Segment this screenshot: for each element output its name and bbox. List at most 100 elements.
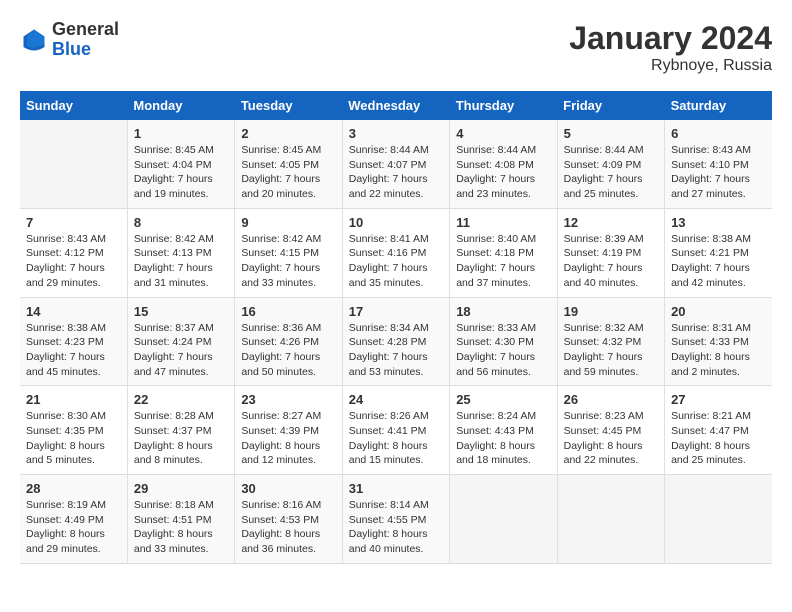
day-detail: Sunrise: 8:18 AMSunset: 4:51 PMDaylight:… (134, 498, 228, 557)
day-detail: Sunrise: 8:28 AM Sunset: 4:37 PM Daylight:… (134, 409, 228, 468)
day-detail: Sunrise: 8:23 AMSunset: 4:45 PMDaylight:… (564, 409, 658, 468)
daylight-text: Daylight: 8 hours and 22 minutes. (564, 440, 643, 467)
day-detail: Sunrise: 8:45 AMSunset: 4:04 PMDaylight:… (134, 143, 228, 202)
day-number: 19 (564, 304, 658, 319)
calendar-cell: 31Sunrise: 8:14 AMSunset: 4:55 PMDayligh… (342, 475, 449, 564)
sunset-text: Sunset: 4:10 PM (671, 159, 749, 171)
day-detail: Sunrise: 8:44 AMSunset: 4:09 PMDaylight:… (564, 143, 658, 202)
daylight-text: Daylight: 7 hours and 59 minutes. (564, 351, 643, 378)
calendar-week-row: 28 Sunrise: 8:19 AMSunset: 4:49 PMDayligh… (20, 475, 772, 564)
day-detail: Sunrise: 8:27 AMSunset: 4:39 PMDaylight:… (241, 409, 335, 468)
calendar-cell: 8Sunrise: 8:42 AMSunset: 4:13 PMDaylight… (127, 208, 234, 297)
sunset-text: Sunset: 4:05 PM (241, 159, 319, 171)
daylight-text: Daylight: 7 hours and 22 minutes. (349, 173, 428, 200)
day-detail: Sunrise: 8:19 AMSunset: 4:49 PMDaylight:… (26, 498, 121, 557)
title-block: January 2024 Rybnoye, Russia (569, 20, 772, 75)
calendar-week-row: 21 Sunrise: 8:30 AMSunset: 4:35 PMDayligh… (20, 386, 772, 475)
sunset-text: Sunset: 4:33 PM (671, 336, 749, 348)
sunset-text: Sunset: 4:21 PM (671, 247, 749, 259)
sunset-text: Sunset: 4:35 PM (26, 425, 104, 437)
day-number: 17 (349, 304, 443, 319)
day-detail: Sunrise: 8:43 AMSunset: 4:12 PMDaylight:… (26, 232, 121, 291)
daylight-text: Daylight: 8 hours and 15 minutes. (349, 440, 428, 467)
calendar-cell: 3Sunrise: 8:44 AMSunset: 4:07 PMDaylight… (342, 120, 449, 208)
day-number: 3 (349, 126, 443, 141)
calendar-week-row: 1 Sunrise: 8:45 AMSunset: 4:04 PMDaylight… (20, 120, 772, 208)
daylight-text: Daylight: 7 hours and 45 minutes. (26, 351, 105, 378)
sunrise-text: Sunrise: 8:31 AM (671, 322, 751, 334)
calendar-cell (20, 120, 127, 208)
calendar-cell: 2 Sunrise: 8:45 AMSunset: 4:05 PMDaylight… (235, 120, 342, 208)
day-number: 10 (349, 215, 443, 230)
day-number: 8 (134, 215, 228, 230)
day-number: 15 (134, 304, 228, 319)
sunset-text: Sunset: 4:37 PM (134, 425, 212, 437)
daylight-text: Daylight: 7 hours and 19 minutes. (134, 173, 213, 200)
daylight-text: Daylight: 8 hours and 8 minutes. (134, 440, 213, 467)
daylight-text: Daylight: 8 hours and 2 minutes. (671, 351, 750, 378)
sunset-text: Sunset: 4:18 PM (456, 247, 534, 259)
day-detail: Sunrise: 8:26 AMSunset: 4:41 PMDaylight:… (349, 409, 443, 468)
sunset-text: Sunset: 4:39 PM (241, 425, 319, 437)
sunset-text: Sunset: 4:15 PM (241, 247, 319, 259)
day-number: 22 (134, 392, 228, 407)
day-number: 7 (26, 215, 121, 230)
daylight-text: Daylight: 8 hours and 40 minutes. (349, 528, 428, 555)
calendar-cell: 14 Sunrise: 8:38 AMSunset: 4:23 PMDayligh… (20, 297, 127, 386)
sunrise-text: Sunrise: 8:42 AM (134, 233, 214, 245)
calendar-cell: 1 Sunrise: 8:45 AMSunset: 4:04 PMDaylight… (127, 120, 234, 208)
calendar-cell (665, 475, 772, 564)
day-detail: Sunrise: 8:38 AMSunset: 4:23 PMDaylight:… (26, 321, 121, 380)
sunrise-text: Sunrise: 8:28 AM (134, 410, 214, 422)
calendar-cell: 20Sunrise: 8:31 AMSunset: 4:33 PMDayligh… (665, 297, 772, 386)
calendar-cell: 26 Sunrise: 8:23 AMSunset: 4:45 PMDayligh… (557, 386, 664, 475)
day-number: 31 (349, 481, 443, 496)
day-number: 23 (241, 392, 335, 407)
sunset-text: Sunset: 4:45 PM (564, 425, 642, 437)
day-number: 28 (26, 481, 121, 496)
sunset-text: Sunset: 4:41 PM (349, 425, 427, 437)
day-detail: Sunrise: 8:37 AMSunset: 4:24 PMDaylight:… (134, 321, 228, 380)
sunset-text: Sunset: 4:51 PM (134, 514, 212, 526)
column-header-wednesday: Wednesday (342, 91, 449, 120)
day-number: 21 (26, 392, 121, 407)
day-number: 29 (134, 481, 228, 496)
day-number: 26 (564, 392, 658, 407)
column-header-sunday: Sunday (20, 91, 127, 120)
day-number: 24 (349, 392, 443, 407)
calendar-cell: 18Sunrise: 8:33 AMSunset: 4:30 PMDayligh… (450, 297, 557, 386)
logo-text: General Blue (52, 20, 119, 60)
day-number: 2 (241, 126, 335, 141)
daylight-text: Daylight: 7 hours and 25 minutes. (564, 173, 643, 200)
page-subtitle: Rybnoye, Russia (569, 57, 772, 75)
calendar-cell: 13Sunrise: 8:38 AMSunset: 4:21 PMDayligh… (665, 208, 772, 297)
calendar-cell: 12Sunrise: 8:39 AMSunset: 4:19 PMDayligh… (557, 208, 664, 297)
day-number: 4 (456, 126, 550, 141)
sunset-text: Sunset: 4:23 PM (26, 336, 104, 348)
sunrise-text: Sunrise: 8:39 AM (564, 233, 644, 245)
day-number: 13 (671, 215, 766, 230)
logo-blue-text: Blue (52, 39, 91, 59)
calendar-cell: 16Sunrise: 8:36 AMSunset: 4:26 PMDayligh… (235, 297, 342, 386)
calendar-week-row: 7 Sunrise: 8:43 AMSunset: 4:12 PMDaylight… (20, 208, 772, 297)
calendar-cell: 21 Sunrise: 8:30 AMSunset: 4:35 PMDayligh… (20, 386, 127, 475)
day-number: 1 (134, 126, 228, 141)
calendar-cell: 27Sunrise: 8:21 AMSunset: 4:47 PMDayligh… (665, 386, 772, 475)
daylight-text: Daylight: 7 hours and 47 minutes. (134, 351, 213, 378)
daylight-text: Daylight: 7 hours and 35 minutes. (349, 262, 428, 289)
day-number: 14 (26, 304, 121, 319)
day-detail: Sunrise: 8:30 AMSunset: 4:35 PMDaylight:… (26, 409, 121, 468)
daylight-text: Daylight: 7 hours and 27 minutes. (671, 173, 750, 200)
daylight-text: Daylight: 7 hours and 40 minutes. (564, 262, 643, 289)
logo: General Blue (20, 20, 119, 60)
sunset-text: Sunset: 4:47 PM (671, 425, 749, 437)
daylight-text: Daylight: 7 hours and 23 minutes. (456, 173, 535, 200)
day-detail: Sunrise: 8:40 AMSunset: 4:18 PMDaylight:… (456, 232, 550, 291)
day-detail: Sunrise: 8:41 AMSunset: 4:16 PMDaylight:… (349, 232, 443, 291)
daylight-text: Daylight: 7 hours and 56 minutes. (456, 351, 535, 378)
sunrise-text: Sunrise: 8:14 AM (349, 499, 429, 511)
day-number: 18 (456, 304, 550, 319)
day-detail: Sunrise: 8:45 AMSunset: 4:05 PMDaylight:… (241, 143, 335, 202)
column-header-monday: Monday (127, 91, 234, 120)
sunrise-text: Sunrise: 8:44 AM (456, 144, 536, 156)
